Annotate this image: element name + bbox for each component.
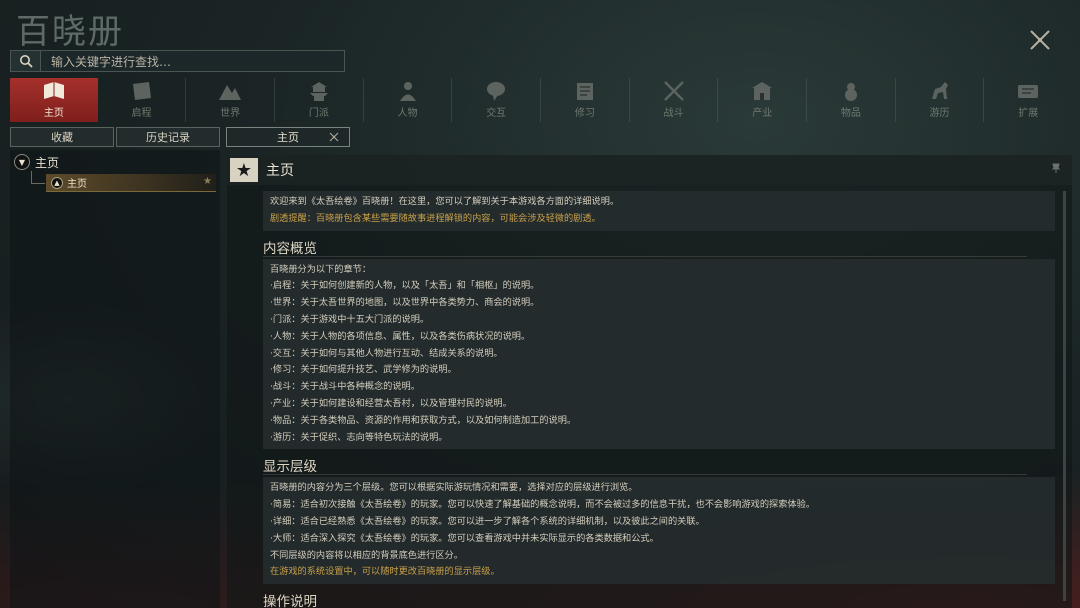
tree-node-child-selected[interactable]: ▲ 主页 ★: [46, 174, 216, 192]
category-sect[interactable]: 门派: [275, 78, 364, 122]
category-label: 游历: [929, 108, 950, 119]
overview-line: ·交互：关于如何与其他人物进行互动、结成关系的说明。: [270, 347, 503, 359]
main-panel: ★ 主页 欢迎来到《太吾绘卷》百晓册！在这里，您可以了解到关于本游戏各方面的详细…: [227, 155, 1072, 608]
study-icon: [576, 83, 593, 100]
tree-node-label: 主页: [67, 179, 87, 190]
pagoda-icon: [309, 82, 328, 101]
search-icon[interactable]: [11, 51, 41, 71]
intro-box: 欢迎来到《太吾绘卷》百晓册！在这里，您可以了解到关于本游戏各方面的详细说明。 剧…: [263, 191, 1055, 231]
category-start[interactable]: 启程: [98, 78, 187, 122]
expansion-icon: [1018, 85, 1039, 98]
collapse-toggle-icon: ▲: [51, 176, 63, 189]
spoiler-warning: 剧透提醒：百晓册包含某些需要随故事进程解锁的内容，可能会涉及轻微的剧透。: [270, 212, 601, 224]
category-interaction[interactable]: 交互: [452, 78, 542, 122]
page-title: 主页: [266, 163, 294, 179]
crossed-swords-icon: [663, 81, 684, 101]
overview-line: ·产业：关于如何建设和经营太吾村，以及管理村民的说明。: [270, 397, 512, 409]
search-bar[interactable]: 输入关键字进行查找…: [10, 50, 345, 72]
category-label: 修习: [574, 108, 595, 119]
category-industry[interactable]: 产业: [718, 78, 808, 122]
sidebar-tree: ▼ 主页 ▲ 主页 ★: [10, 150, 220, 608]
overview-line: ·战斗：关于战斗中各种概念的说明。: [270, 381, 420, 393]
tree-node-label: 主页: [35, 155, 60, 170]
overview-line: ·启程：关于如何创建新的人物，以及「太吾」和「相枢」的说明。: [270, 280, 540, 292]
category-bar: 主页 启程 世界 门派 人物 交互 修习 战斗 产业 物品 游历 扩展: [10, 78, 1072, 122]
display-level-note: 在游戏的系统设置中，可以随时更改百晓册的显示层级。: [270, 566, 500, 578]
overview-line: ·物品：关于各类物品、资源的作用和获取方式，以及如何制造加工的说明。: [270, 414, 577, 426]
open-page-tab-label: 主页: [277, 131, 299, 144]
category-study[interactable]: 修习: [541, 78, 630, 122]
overview-line: ·人物：关于人物的各项信息、属性，以及各类伤病状况的说明。: [270, 330, 531, 342]
category-label: 交互: [486, 108, 507, 119]
map-scroll-icon: [132, 82, 151, 100]
close-icon: [1030, 30, 1050, 50]
horse-icon: [931, 82, 948, 99]
mountain-icon: [219, 85, 242, 100]
overview-box: 百晓册分为以下的章节： ·启程：关于如何创建新的人物，以及「太吾」和「相枢」的说…: [263, 258, 1055, 450]
category-label: 主页: [43, 108, 64, 119]
tree-connector: [31, 171, 32, 183]
open-page-tab[interactable]: 主页: [226, 127, 350, 147]
section-heading-overview: 内容概览: [263, 237, 1027, 257]
category-home[interactable]: 主页: [10, 78, 98, 122]
overview-line: ·门派：关于游戏中十五大门派的说明。: [270, 313, 430, 325]
category-label: 门派: [308, 108, 329, 119]
category-person[interactable]: 人物: [364, 78, 453, 122]
category-label: 战斗: [663, 108, 684, 119]
scrollbar[interactable]: [1063, 191, 1066, 601]
favorite-star-icon[interactable]: ★: [203, 176, 212, 187]
pin-icon[interactable]: [1051, 163, 1061, 177]
history-tab[interactable]: 历史记录: [116, 127, 220, 147]
section-heading-controls: 操作说明: [263, 594, 317, 608]
intro-text: 欢迎来到《太吾绘卷》百晓册！在这里，您可以了解到关于本游戏各方面的详细说明。: [270, 196, 620, 207]
favorite-star-icon[interactable]: ★: [230, 158, 258, 182]
book-scroll-icon: [43, 82, 64, 99]
category-label: 世界: [220, 108, 241, 119]
app-title: 百晓册: [16, 12, 124, 52]
main-header: ★ 主页: [227, 155, 1072, 185]
display-level-line: 百晓册的内容分为三个层级。您可以根据实际游玩情况和需要，选择对应的层级进行浏览。: [270, 482, 638, 494]
search-input[interactable]: 输入关键字进行查找…: [41, 53, 171, 70]
speech-mask-icon: [487, 82, 506, 101]
collapse-toggle-icon[interactable]: ▼: [14, 154, 30, 170]
person-icon: [399, 82, 416, 101]
tree-connector: [31, 183, 45, 184]
category-world[interactable]: 世界: [186, 78, 276, 122]
overview-line: 百晓册分为以下的章节：: [270, 263, 372, 275]
category-label: 人物: [397, 108, 418, 119]
category-label: 启程: [131, 108, 152, 119]
category-combat[interactable]: 战斗: [630, 78, 719, 122]
category-items[interactable]: 物品: [807, 78, 896, 122]
gourd-icon: [844, 83, 857, 101]
overview-line: ·游历：关于促织、志向等特色玩法的说明。: [270, 431, 448, 443]
display-level-line: ·简易：适合初次接触《太吾绘卷》的玩家。您可以快速了解基础的概念说明，而不会被过…: [270, 499, 815, 511]
category-travel[interactable]: 游历: [896, 78, 985, 122]
main-content: 欢迎来到《太吾绘卷》百晓册！在这里，您可以了解到关于本游戏各方面的详细说明。 剧…: [263, 191, 1063, 608]
favorites-tab[interactable]: 收藏: [10, 127, 114, 147]
display-level-line: ·大师：适合深入探究《太吾绘卷》的玩家。您可以查看游戏中并未实际显示的各类数据和…: [270, 532, 659, 544]
building-icon: [752, 82, 773, 100]
display-level-line: ·详细：适合已经熟悉《太吾绘卷》的玩家。您可以进一步了解各个系统的详细机制，以及…: [270, 515, 705, 527]
category-expansion[interactable]: 扩展: [984, 78, 1072, 122]
overview-line: ·修习：关于如何提升技艺、武学修为的说明。: [270, 364, 457, 376]
category-label: 物品: [840, 108, 861, 119]
display-level-box: 百晓册的内容分为三个层级。您可以根据实际游玩情况和需要，选择对应的层级进行浏览。…: [263, 477, 1055, 585]
display-level-line: 不同层级的内容将以相应的背景底色进行区分。: [270, 549, 463, 561]
overview-line: ·世界：关于太吾世界的地图，以及世界中各类势力、商会的说明。: [270, 297, 540, 309]
category-label: 产业: [752, 108, 773, 119]
close-tab-icon[interactable]: [327, 130, 341, 144]
section-heading-display-level: 显示层级: [263, 455, 1027, 476]
close-button[interactable]: [1026, 26, 1054, 54]
category-label: 扩展: [1018, 108, 1039, 119]
tree-node-root[interactable]: ▼ 主页: [14, 152, 59, 172]
